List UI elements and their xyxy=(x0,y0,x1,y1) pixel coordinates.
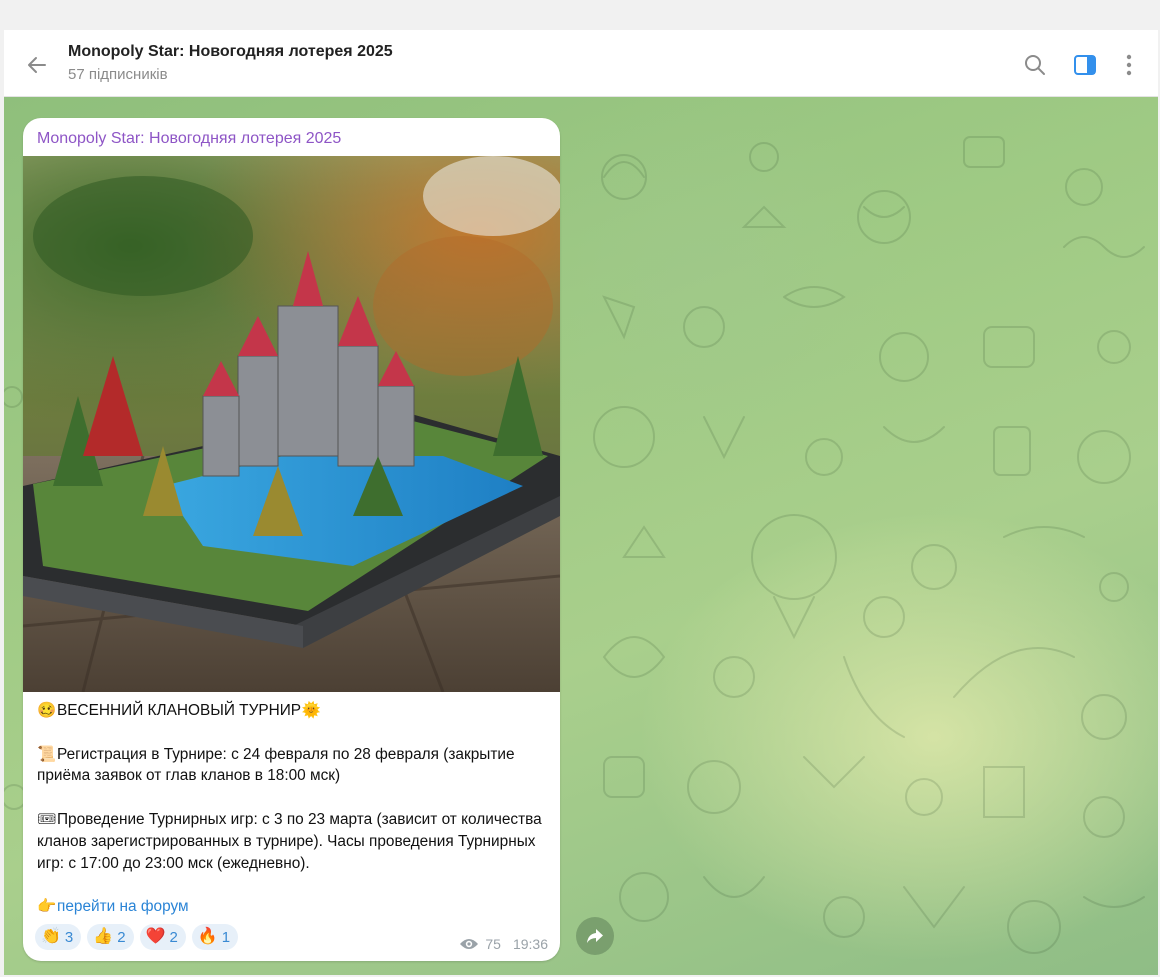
back-arrow-icon xyxy=(28,57,46,73)
post-text: 🥴ВЕСЕННИЙ КЛАНОВЫЙ ТУРНИР🌞 📜Регистрация … xyxy=(37,700,547,918)
clap-emoji-icon: 👏 xyxy=(41,928,61,945)
reaction-fire[interactable]: 🔥 1 xyxy=(191,924,239,950)
games-text: Проведение Турнирных игр: с 3 по 23 март… xyxy=(37,811,542,872)
reaction-count: 2 xyxy=(117,928,126,946)
channel-post-bubble[interactable]: Monopoly Star: Новогодняя лотерея 2025 🥴… xyxy=(23,118,560,961)
post-heading-text: ВЕСЕННИЙ КЛАНОВЫЙ ТУРНИР xyxy=(57,702,302,719)
pointing-hand-emoji: 👉 xyxy=(37,898,57,916)
castle-diorama-photo xyxy=(23,156,560,692)
reaction-thumbs-up[interactable]: 👍 2 xyxy=(87,924,134,950)
sidebar-toggle-button[interactable] xyxy=(1068,48,1102,82)
thumbs-up-emoji-icon: 👍 xyxy=(93,928,114,945)
reactions-row: 👏 3 👍 2 ❤️ 2 🔥 1 xyxy=(35,924,239,950)
view-count: 75 xyxy=(485,936,501,952)
sidebar-toggle-icon xyxy=(1074,55,1096,75)
chat-title-block[interactable]: Monopoly Star: Новогодняя лотерея 2025 5… xyxy=(68,41,393,87)
registration-text: Регистрация в Турнире: с 24 февраля по 2… xyxy=(37,745,515,785)
post-time: 19:36 xyxy=(512,936,548,952)
woozy-face-emoji: 🥴 xyxy=(37,702,57,719)
chat-header: Monopoly Star: Новогодняя лотерея 2025 5… xyxy=(4,30,1158,97)
forum-link-line: 👉перейти на форум xyxy=(37,896,547,918)
chat-title: Monopoly Star: Новогодняя лотерея 2025 xyxy=(68,43,393,60)
more-menu-button[interactable] xyxy=(1112,48,1146,82)
ticket-emoji: 🎟 xyxy=(37,811,57,829)
forward-button[interactable] xyxy=(576,917,614,955)
post-heading: 🥴ВЕСЕННИЙ КЛАНОВЫЙ ТУРНИР🌞 xyxy=(37,700,547,722)
reaction-count: 3 xyxy=(64,928,74,946)
chat-background: Monopoly Star: Новогодняя лотерея 2025 🥴… xyxy=(4,97,1158,975)
post-meta: 75 19:36 xyxy=(459,936,548,952)
games-paragraph: 🎟Проведение Турнирных игр: с 3 по 23 мар… xyxy=(37,809,547,874)
search-icon xyxy=(1025,55,1045,75)
registration-paragraph: 📜Регистрация в Турнире: с 24 февраля по … xyxy=(37,744,547,787)
fire-emoji-icon: 🔥 xyxy=(197,928,218,945)
more-vertical-icon xyxy=(1126,54,1132,76)
heart-emoji-icon: ❤️ xyxy=(145,928,166,945)
eye-icon xyxy=(460,939,479,949)
post-sender-name[interactable]: Monopoly Star: Новогодняя лотерея 2025 xyxy=(37,129,341,149)
post-photo[interactable] xyxy=(23,156,560,692)
share-arrow-icon xyxy=(587,929,603,943)
reaction-count: 1 xyxy=(221,928,231,946)
reaction-count: 2 xyxy=(169,928,178,946)
search-button[interactable] xyxy=(1018,48,1052,82)
reaction-clap[interactable]: 👏 3 xyxy=(35,924,82,950)
sun-face-emoji: 🌞 xyxy=(301,702,321,719)
reaction-heart[interactable]: ❤️ 2 xyxy=(139,924,186,950)
telegram-window: Monopoly Star: Новогодняя лотерея 2025 5… xyxy=(4,30,1158,975)
subscriber-count: 57 підписників xyxy=(68,66,168,83)
back-button[interactable] xyxy=(20,48,54,82)
forum-link[interactable]: перейти на форум xyxy=(57,898,189,915)
scroll-emoji: 📜 xyxy=(37,745,57,763)
